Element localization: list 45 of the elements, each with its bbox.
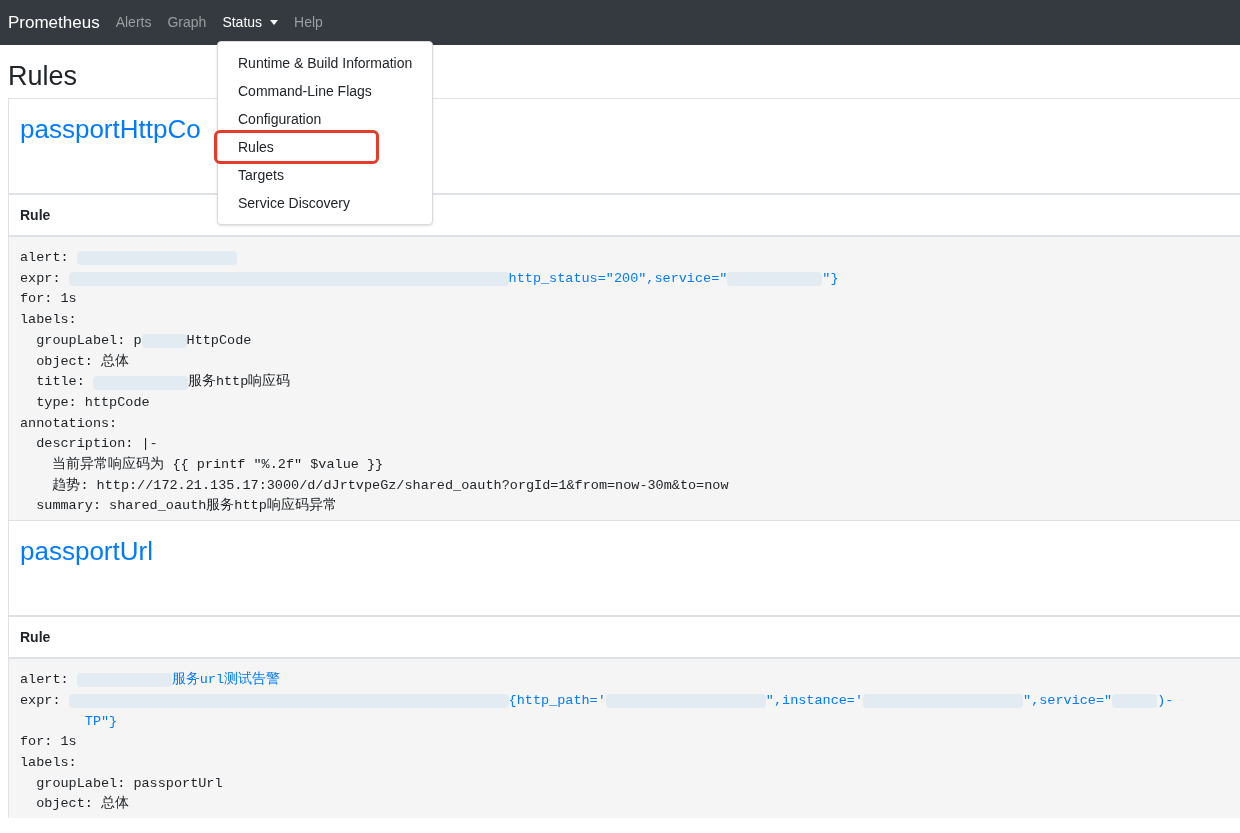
code-link-text: ",instance=' — [765, 691, 864, 710]
code-text: title: — [35, 373, 86, 392]
brand-link[interactable]: Prometheus — [8, 9, 100, 36]
code-text: object: 总体 — [35, 352, 129, 371]
code-link-text: http_status="200",service=" — [508, 269, 728, 288]
caret-icon — [270, 20, 279, 25]
dropdown-item[interactable]: Rules — [217, 133, 376, 161]
code-text: object: 总体 — [35, 794, 129, 814]
code-text: description: |- — [35, 435, 158, 454]
code-link-text: TP"} — [83, 712, 118, 731]
nav-link[interactable]: Status — [222, 12, 279, 33]
dropdown-item[interactable]: Command-Line Flags — [218, 77, 432, 105]
nav-link[interactable]: Graph — [167, 12, 207, 33]
code-text: for: 1s — [20, 290, 77, 309]
code-link-text: {http_path=' — [508, 691, 606, 710]
dropdown-item[interactable]: Configuration — [218, 105, 432, 133]
code-text: summary: shared_oauth服务http响应码异常 — [35, 496, 337, 516]
code-text: expr: — [20, 269, 62, 288]
code-text: groupLabel: p — [35, 331, 142, 350]
nav-link[interactable]: Help — [294, 12, 323, 33]
code-text: 当前异常响应码为 {{ printf "%.2f" $value }} — [51, 455, 384, 475]
nav-link[interactable]: Alerts — [115, 12, 152, 33]
page-title: Rules — [8, 60, 78, 92]
code-text: 服务http响应码 — [187, 372, 291, 392]
dropdown-item[interactable]: Targets — [218, 161, 432, 189]
code-text: groupLabel: passportUrl — [35, 774, 223, 793]
code-link-text: ",service=" — [1023, 691, 1113, 710]
code-link-text: )- — [1157, 691, 1174, 710]
dropdown-item[interactable]: Runtime & Build Information — [218, 49, 432, 77]
column-header: Rule — [9, 615, 1240, 660]
code-text: annotations: — [20, 414, 118, 433]
code-text: HttpCode — [186, 331, 252, 350]
dropdown-item[interactable]: Service Discovery — [218, 189, 432, 217]
group-title-link[interactable]: passportHttpCo — [20, 114, 201, 144]
code-text: labels: — [20, 311, 77, 330]
code-text: for: 1s — [20, 733, 77, 752]
code-text: 趋势: http://172.21.135.17:3000/d/dJrtvpeGz/shared_oauth?orgId=1&from=now-30m&to=now — [51, 476, 729, 495]
code-link-text: "} — [822, 269, 839, 288]
code-text: labels: — [20, 753, 77, 772]
code-link-text: 服务url测试告警 — [171, 670, 281, 690]
code-text: alert: — [20, 671, 70, 690]
code-text: type: httpCode — [35, 393, 150, 412]
code-text: alert: — [20, 249, 70, 267]
code-text: expr: — [20, 691, 62, 710]
group-title-link[interactable]: passportUrl — [20, 536, 153, 567]
